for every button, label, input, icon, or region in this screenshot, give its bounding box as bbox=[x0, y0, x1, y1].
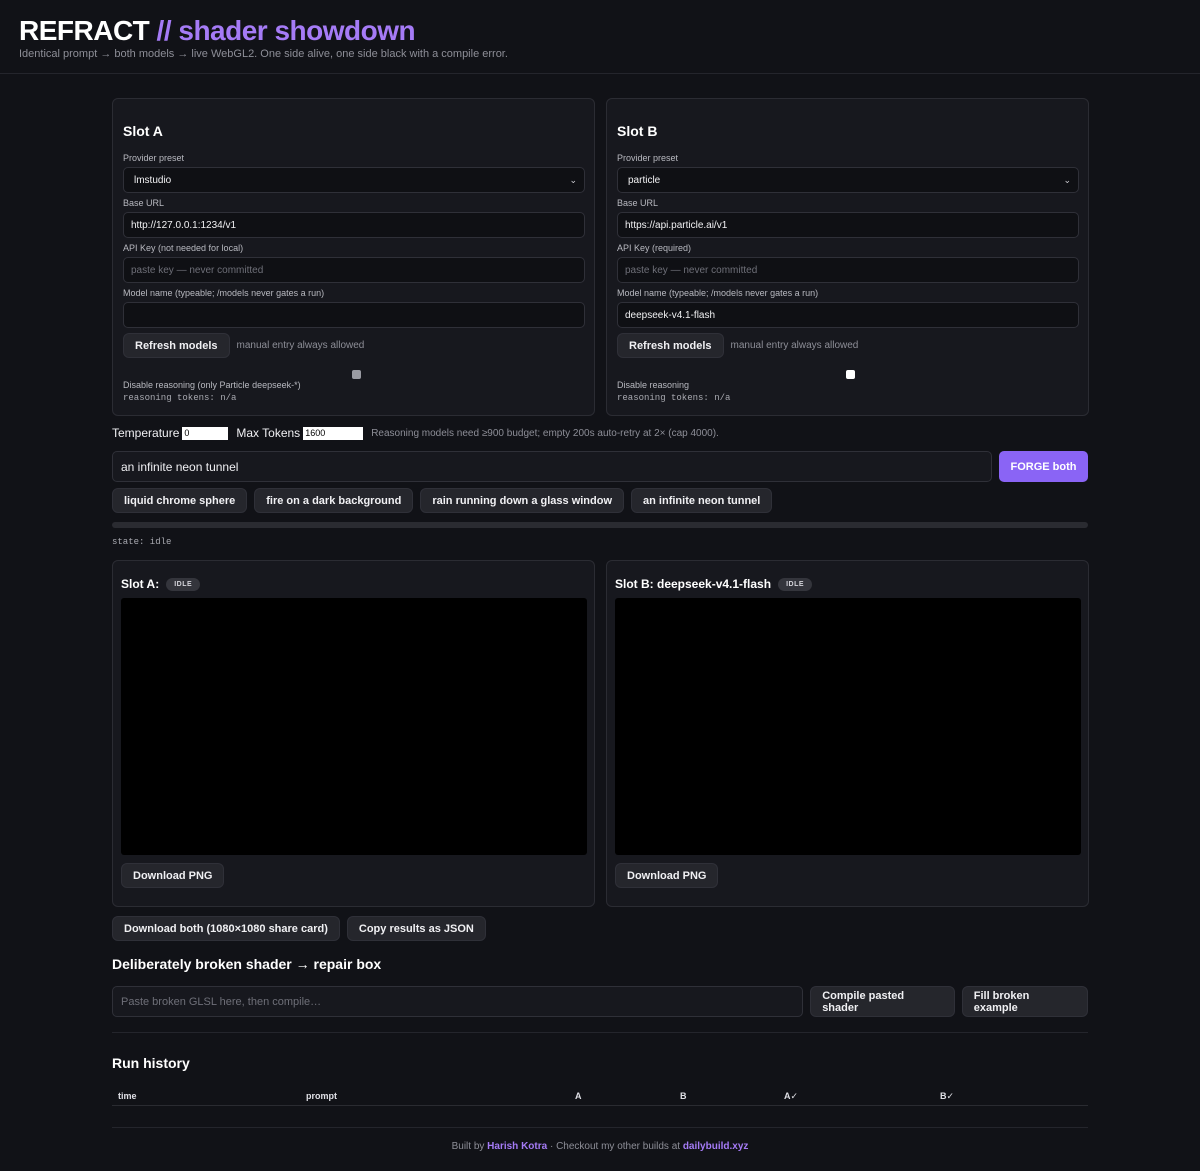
run-history-title: Run history bbox=[112, 1055, 190, 1071]
status-badge: IDLE bbox=[778, 577, 813, 591]
slot-b-title: Slot B bbox=[617, 123, 658, 139]
slot-b-output-title: Slot B: deepseek-v4.1-flash bbox=[615, 577, 772, 591]
slot-a-download-png-button[interactable]: Download PNG bbox=[121, 863, 225, 888]
share-row: Download both (1080×1080 share card) Cop… bbox=[112, 916, 486, 941]
slot-a-refresh-models-button[interactable]: Refresh models bbox=[123, 333, 230, 358]
output-title-row: Slot A: IDLE bbox=[121, 577, 586, 591]
api-key-label: API Key (not needed for local) bbox=[123, 243, 244, 253]
slot-b-model-input[interactable]: deepseek-v4.1-flash bbox=[617, 302, 1079, 328]
preset-chip[interactable]: an infinite neon tunnel bbox=[631, 488, 773, 513]
column-header: B bbox=[680, 1091, 687, 1101]
chevron-down-icon: ⌄ bbox=[569, 174, 577, 185]
repair-row: Paste broken GLSL here, then compile… Co… bbox=[112, 986, 1089, 1017]
column-header: B✓ bbox=[940, 1091, 955, 1101]
disable-reasoning-label: Disable reasoning (only Particle deepsee… bbox=[123, 380, 301, 390]
main-content: Slot A Provider preset lmstudio ⌄ Base U… bbox=[112, 98, 1089, 1128]
slot-config-panels: Slot A Provider preset lmstudio ⌄ Base U… bbox=[112, 98, 1089, 416]
app-subtitle: Identical prompt → both models → live We… bbox=[19, 48, 508, 60]
run-state: state: idle bbox=[112, 537, 172, 547]
provider-label: Provider preset bbox=[123, 153, 185, 163]
output-title-row: Slot B: deepseek-v4.1-flash IDLE bbox=[615, 577, 1080, 591]
provider-value: particle bbox=[628, 174, 661, 186]
generation-params: Temperature 0 Max Tokens 1600 Reasoning … bbox=[112, 426, 719, 440]
slot-a-base-url-input[interactable]: http://127.0.0.1:1234/v1 bbox=[123, 212, 585, 238]
fill-broken-example-button[interactable]: Fill broken example bbox=[961, 986, 1089, 1017]
column-header: A✓ bbox=[784, 1091, 799, 1101]
slot-a-title: Slot A bbox=[123, 123, 163, 139]
status-badge: IDLE bbox=[166, 577, 201, 591]
prompt-input[interactable]: an infinite neon tunnel bbox=[112, 451, 992, 482]
refresh-row: Refresh models manual entry always allow… bbox=[617, 333, 1078, 358]
slot-a-config: Slot A Provider preset lmstudio ⌄ Base U… bbox=[112, 98, 595, 416]
preset-chip[interactable]: liquid chrome sphere bbox=[112, 488, 248, 513]
refresh-row: Refresh models manual entry always allow… bbox=[123, 333, 584, 358]
slot-b-api-key-input[interactable]: paste key — never committed bbox=[617, 257, 1079, 283]
base-url-label: Base URL bbox=[123, 198, 165, 208]
reasoning-tokens: reasoning tokens: n/a bbox=[617, 393, 731, 403]
slot-a-output-title: Slot A: bbox=[121, 577, 160, 591]
model-name-label: Model name (typeable; /models never gate… bbox=[123, 288, 325, 298]
slot-b-config: Slot B Provider preset particle ⌄ Base U… bbox=[606, 98, 1089, 416]
slot-a-model-input[interactable] bbox=[123, 302, 585, 328]
slot-b-shader-canvas[interactable] bbox=[615, 598, 1081, 855]
output-panels: Slot A: IDLE Download PNG Slot B: deepse… bbox=[112, 560, 1089, 907]
divider bbox=[112, 1127, 1088, 1128]
manual-entry-hint: manual entry always allowed bbox=[730, 340, 859, 351]
divider bbox=[112, 1032, 1088, 1033]
slot-b-download-png-button[interactable]: Download PNG bbox=[615, 863, 719, 888]
slot-a-disable-reasoning-checkbox[interactable] bbox=[352, 370, 361, 379]
slot-b-provider-select[interactable]: particle ⌄ bbox=[617, 167, 1079, 193]
provider-value: lmstudio bbox=[134, 174, 172, 186]
reasoning-row: Disable reasoning (only Particle deepsee… bbox=[123, 370, 584, 391]
slot-a-provider-select[interactable]: lmstudio ⌄ bbox=[123, 167, 585, 193]
forge-both-button[interactable]: FORGE both bbox=[999, 451, 1088, 482]
title-accent: // shader showdown bbox=[156, 15, 416, 46]
slot-b-output: Slot B: deepseek-v4.1-flash IDLE Downloa… bbox=[606, 560, 1089, 907]
title-main: REFRACT bbox=[19, 15, 150, 46]
slot-b-disable-reasoning-checkbox[interactable] bbox=[846, 370, 855, 379]
download-both-button[interactable]: Download both (1080×1080 share card) bbox=[112, 916, 340, 941]
progress-bar bbox=[112, 522, 1088, 528]
reasoning-tokens: reasoning tokens: n/a bbox=[123, 393, 237, 403]
reasoning-row: Disable reasoning bbox=[617, 370, 1078, 391]
slot-a-api-key-input[interactable]: paste key — never committed bbox=[123, 257, 585, 283]
max-tokens-label: Max Tokens bbox=[236, 426, 301, 440]
footer: Built by Harish Kotra · Checkout my othe… bbox=[0, 1141, 1200, 1152]
column-header: A bbox=[575, 1091, 582, 1101]
compile-pasted-shader-button[interactable]: Compile pasted shader bbox=[810, 986, 955, 1017]
manual-entry-hint: manual entry always allowed bbox=[236, 340, 365, 351]
temperature-input[interactable]: 0 bbox=[182, 426, 229, 440]
app-header: REFRACT // shader showdown Identical pro… bbox=[0, 0, 1200, 74]
footer-prefix: Built by bbox=[451, 1141, 485, 1152]
params-note: Reasoning models need ≥900 budget; empty… bbox=[371, 427, 719, 439]
provider-label: Provider preset bbox=[617, 153, 679, 163]
column-header: time bbox=[118, 1091, 137, 1101]
column-header: prompt bbox=[306, 1091, 337, 1101]
author-link[interactable]: Harish Kotra bbox=[487, 1141, 547, 1152]
base-url-label: Base URL bbox=[617, 198, 659, 208]
history-table-header: time prompt A B A✓ B✓ bbox=[112, 1088, 1088, 1106]
preset-chip[interactable]: fire on a dark background bbox=[254, 488, 414, 513]
temperature-label: Temperature bbox=[112, 426, 180, 440]
app-title: REFRACT // shader showdown bbox=[19, 16, 1181, 46]
preset-prompts: liquid chrome sphere fire on a dark back… bbox=[112, 488, 773, 513]
footer-middle: · Checkout my other builds at bbox=[549, 1141, 681, 1152]
slot-a-shader-canvas[interactable] bbox=[121, 598, 587, 855]
slot-a-output: Slot A: IDLE Download PNG bbox=[112, 560, 595, 907]
disable-reasoning-label: Disable reasoning bbox=[617, 380, 690, 390]
max-tokens-input[interactable]: 1600 bbox=[303, 426, 364, 440]
prompt-row: an infinite neon tunnel FORGE both bbox=[112, 451, 1088, 482]
preset-chip[interactable]: rain running down a glass window bbox=[420, 488, 625, 513]
copy-json-button[interactable]: Copy results as JSON bbox=[346, 916, 486, 941]
model-name-label: Model name (typeable; /models never gate… bbox=[617, 288, 819, 298]
repair-section-title: Deliberately broken shader → repair box bbox=[112, 956, 382, 972]
site-link[interactable]: dailybuild.xyz bbox=[683, 1141, 749, 1152]
slot-b-refresh-models-button[interactable]: Refresh models bbox=[617, 333, 724, 358]
chevron-down-icon: ⌄ bbox=[1063, 174, 1071, 185]
broken-glsl-input[interactable]: Paste broken GLSL here, then compile… bbox=[112, 986, 804, 1017]
slot-b-base-url-input[interactable]: https://api.particle.ai/v1 bbox=[617, 212, 1079, 238]
api-key-label: API Key (required) bbox=[617, 243, 692, 253]
